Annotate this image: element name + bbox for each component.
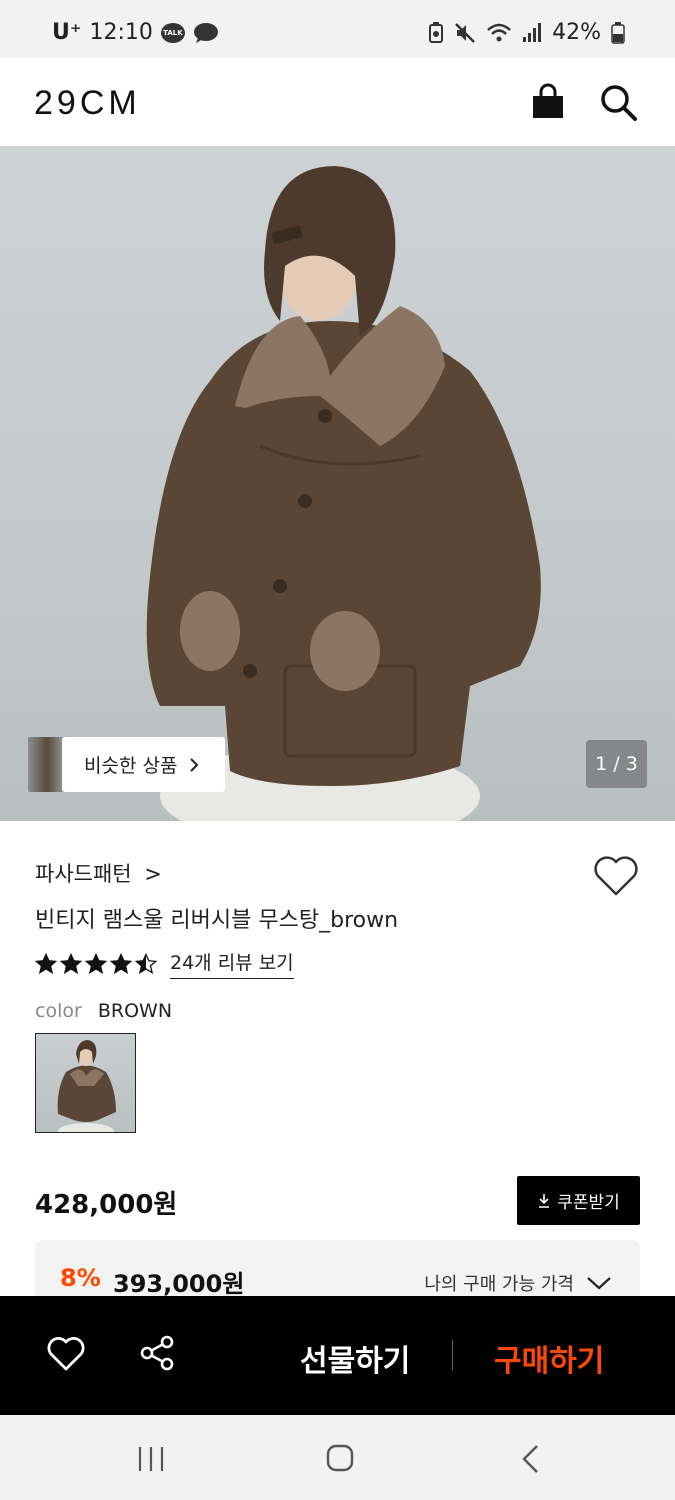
- discount-box[interactable]: 8% 393,000원 나의 구매 가능 가격: [35, 1240, 640, 1300]
- wifi-icon: [487, 23, 511, 41]
- coupon-label: 쿠폰받기: [557, 1193, 620, 1213]
- divider: [452, 1340, 453, 1370]
- gift-button[interactable]: 선물하기: [300, 1336, 410, 1380]
- star-icon: [135, 952, 157, 974]
- kakaotalk-icon: TALK: [160, 22, 185, 43]
- download-icon: [539, 1193, 550, 1208]
- bottom-action-bar: 선물하기 구매하기: [0, 1296, 675, 1415]
- color-row: color BROWN: [35, 1000, 172, 1022]
- brand-link[interactable]: 파사드패턴 >: [35, 858, 162, 888]
- wishlist-heart-icon[interactable]: [47, 1336, 85, 1372]
- color-swatch-brown[interactable]: [35, 1033, 136, 1133]
- similar-products-thumbnail: [28, 737, 66, 792]
- recent-apps-icon[interactable]: [136, 1445, 166, 1473]
- system-nav-bar: [0, 1415, 675, 1500]
- status-bar: U⁺ 12:10 TALK 42%: [0, 0, 675, 58]
- color-value: BROWN: [97, 1000, 173, 1022]
- back-icon[interactable]: [518, 1443, 542, 1475]
- review-link[interactable]: 24개 리뷰 보기: [170, 948, 294, 979]
- carrier-label: U⁺: [52, 20, 82, 45]
- swatch-thumbnail: [57, 1040, 116, 1132]
- home-icon[interactable]: [325, 1443, 355, 1473]
- shopping-bag-icon[interactable]: [528, 82, 568, 122]
- product-photo: [146, 166, 541, 821]
- battery-icon: [611, 21, 625, 44]
- share-icon[interactable]: [138, 1334, 176, 1372]
- chevron-down-icon: [587, 1277, 611, 1290]
- color-label: color: [35, 1000, 82, 1022]
- battery-saver-icon: [429, 21, 444, 43]
- discount-percent: 8%: [60, 1264, 101, 1292]
- brand-name: 파사드패턴: [35, 862, 132, 886]
- similar-products-button[interactable]: 비슷한 상품: [28, 737, 226, 792]
- battery-percent: 42%: [552, 20, 601, 45]
- similar-products-label: 비슷한 상품: [84, 755, 178, 777]
- coupon-button[interactable]: 쿠폰받기: [517, 1176, 640, 1225]
- signal-icon: [523, 22, 542, 42]
- brand-chevron-icon: >: [144, 862, 162, 886]
- my-price-label: 나의 구매 가능 가격: [424, 1274, 574, 1295]
- mute-icon: [455, 22, 475, 43]
- star-icon: [110, 952, 132, 974]
- buy-button[interactable]: 구매하기: [494, 1336, 604, 1380]
- product-name: 빈티지 램스울 리버시블 무스탕_brown: [35, 908, 399, 933]
- clock: 12:10: [89, 20, 153, 45]
- star-icon: [60, 952, 82, 974]
- rating-stars: [35, 952, 160, 975]
- rating-row: 24개 리뷰 보기: [35, 948, 294, 979]
- wishlist-heart-icon[interactable]: [593, 855, 639, 897]
- star-icon: [85, 952, 107, 974]
- app-header: 29CM: [0, 58, 675, 146]
- logo[interactable]: 29CM: [34, 84, 141, 123]
- image-page-indicator: 1 / 3: [586, 740, 647, 788]
- product-image[interactable]: [0, 146, 675, 821]
- chat-bubble-icon: [193, 22, 218, 43]
- star-icon: [35, 952, 57, 974]
- discount-price: 393,000원: [113, 1270, 245, 1298]
- original-price: 428,000원: [35, 1190, 178, 1220]
- search-icon[interactable]: [598, 82, 638, 122]
- chevron-right-icon: [190, 757, 199, 772]
